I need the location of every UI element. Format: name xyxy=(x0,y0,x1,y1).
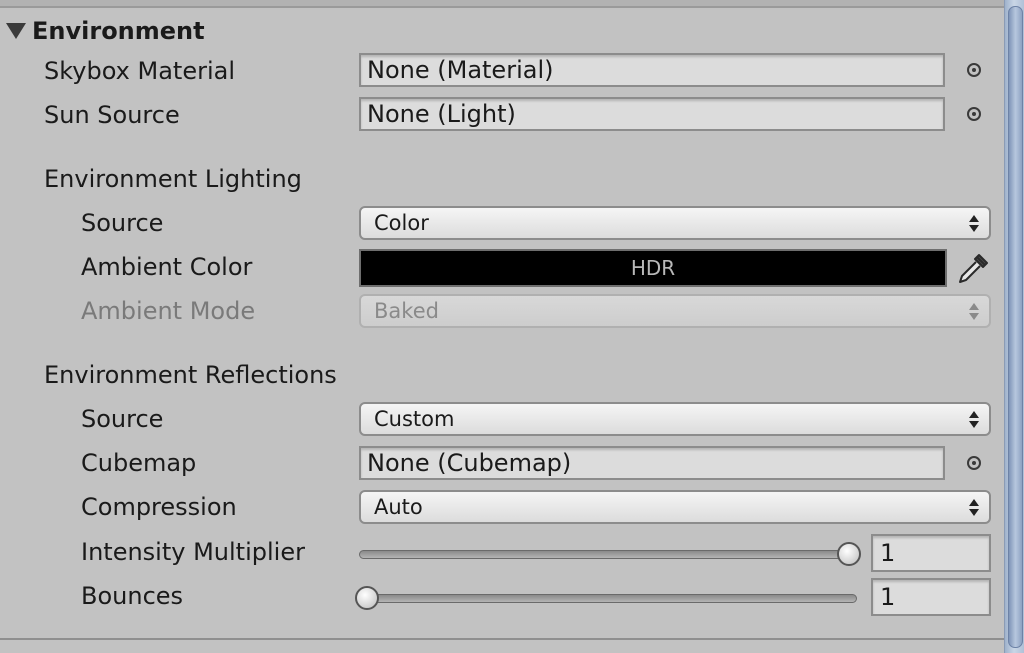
bounces-value-field[interactable]: 1 xyxy=(871,578,991,616)
compression-value: Auto xyxy=(374,495,423,519)
section-title: Environment xyxy=(32,17,205,45)
dropdown-arrows-icon xyxy=(969,408,979,430)
scrollbar-thumb[interactable] xyxy=(1008,6,1023,648)
skybox-material-field[interactable]: None (Material) xyxy=(359,53,945,87)
dropdown-arrows-icon xyxy=(969,300,979,322)
dropdown-arrows-icon xyxy=(969,496,979,518)
compression-dropdown[interactable]: Auto xyxy=(359,490,991,524)
foldout-triangle-icon[interactable] xyxy=(6,23,26,39)
eyedropper-icon[interactable] xyxy=(955,251,991,287)
bounces-slider-thumb[interactable] xyxy=(355,586,379,610)
ambient-mode-dropdown: Baked xyxy=(359,294,991,328)
ambient-color-swatch[interactable]: HDR xyxy=(359,249,947,287)
ambient-color-label: Ambient Color xyxy=(81,253,253,281)
environment-reflections-header: Environment Reflections xyxy=(44,361,337,389)
object-picker-icon[interactable] xyxy=(967,107,981,121)
cubemap-field[interactable]: None (Cubemap) xyxy=(359,446,945,480)
bounces-label: Bounces xyxy=(81,582,184,610)
reflections-source-value: Custom xyxy=(374,407,455,431)
panel-top-border xyxy=(0,0,1004,8)
compression-label: Compression xyxy=(81,493,237,521)
sun-source-label: Sun Source xyxy=(44,101,180,129)
environment-foldout[interactable]: Environment xyxy=(6,14,205,48)
lighting-source-value: Color xyxy=(374,211,429,235)
intensity-multiplier-label: Intensity Multiplier xyxy=(81,538,305,566)
bounces-slider-track[interactable] xyxy=(359,594,857,603)
ambient-mode-value: Baked xyxy=(374,299,439,323)
object-picker-icon[interactable] xyxy=(967,63,981,77)
sun-source-field[interactable]: None (Light) xyxy=(359,97,945,131)
dropdown-arrows-icon xyxy=(969,212,979,234)
lighting-source-dropdown[interactable]: Color xyxy=(359,206,991,240)
vertical-scrollbar[interactable] xyxy=(1004,0,1024,653)
skybox-material-label: Skybox Material xyxy=(44,57,235,85)
object-picker-icon[interactable] xyxy=(967,456,981,470)
reflections-source-dropdown[interactable]: Custom xyxy=(359,402,991,436)
intensity-slider-track[interactable] xyxy=(359,550,857,559)
intensity-slider-thumb[interactable] xyxy=(837,542,861,566)
ambient-mode-label: Ambient Mode xyxy=(81,297,256,325)
panel-bottom-border xyxy=(0,638,1004,640)
intensity-value-field[interactable]: 1 xyxy=(871,534,991,572)
environment-lighting-header: Environment Lighting xyxy=(44,165,302,193)
lighting-source-label: Source xyxy=(81,209,164,237)
reflections-source-label: Source xyxy=(81,405,164,433)
cubemap-label: Cubemap xyxy=(81,449,197,477)
